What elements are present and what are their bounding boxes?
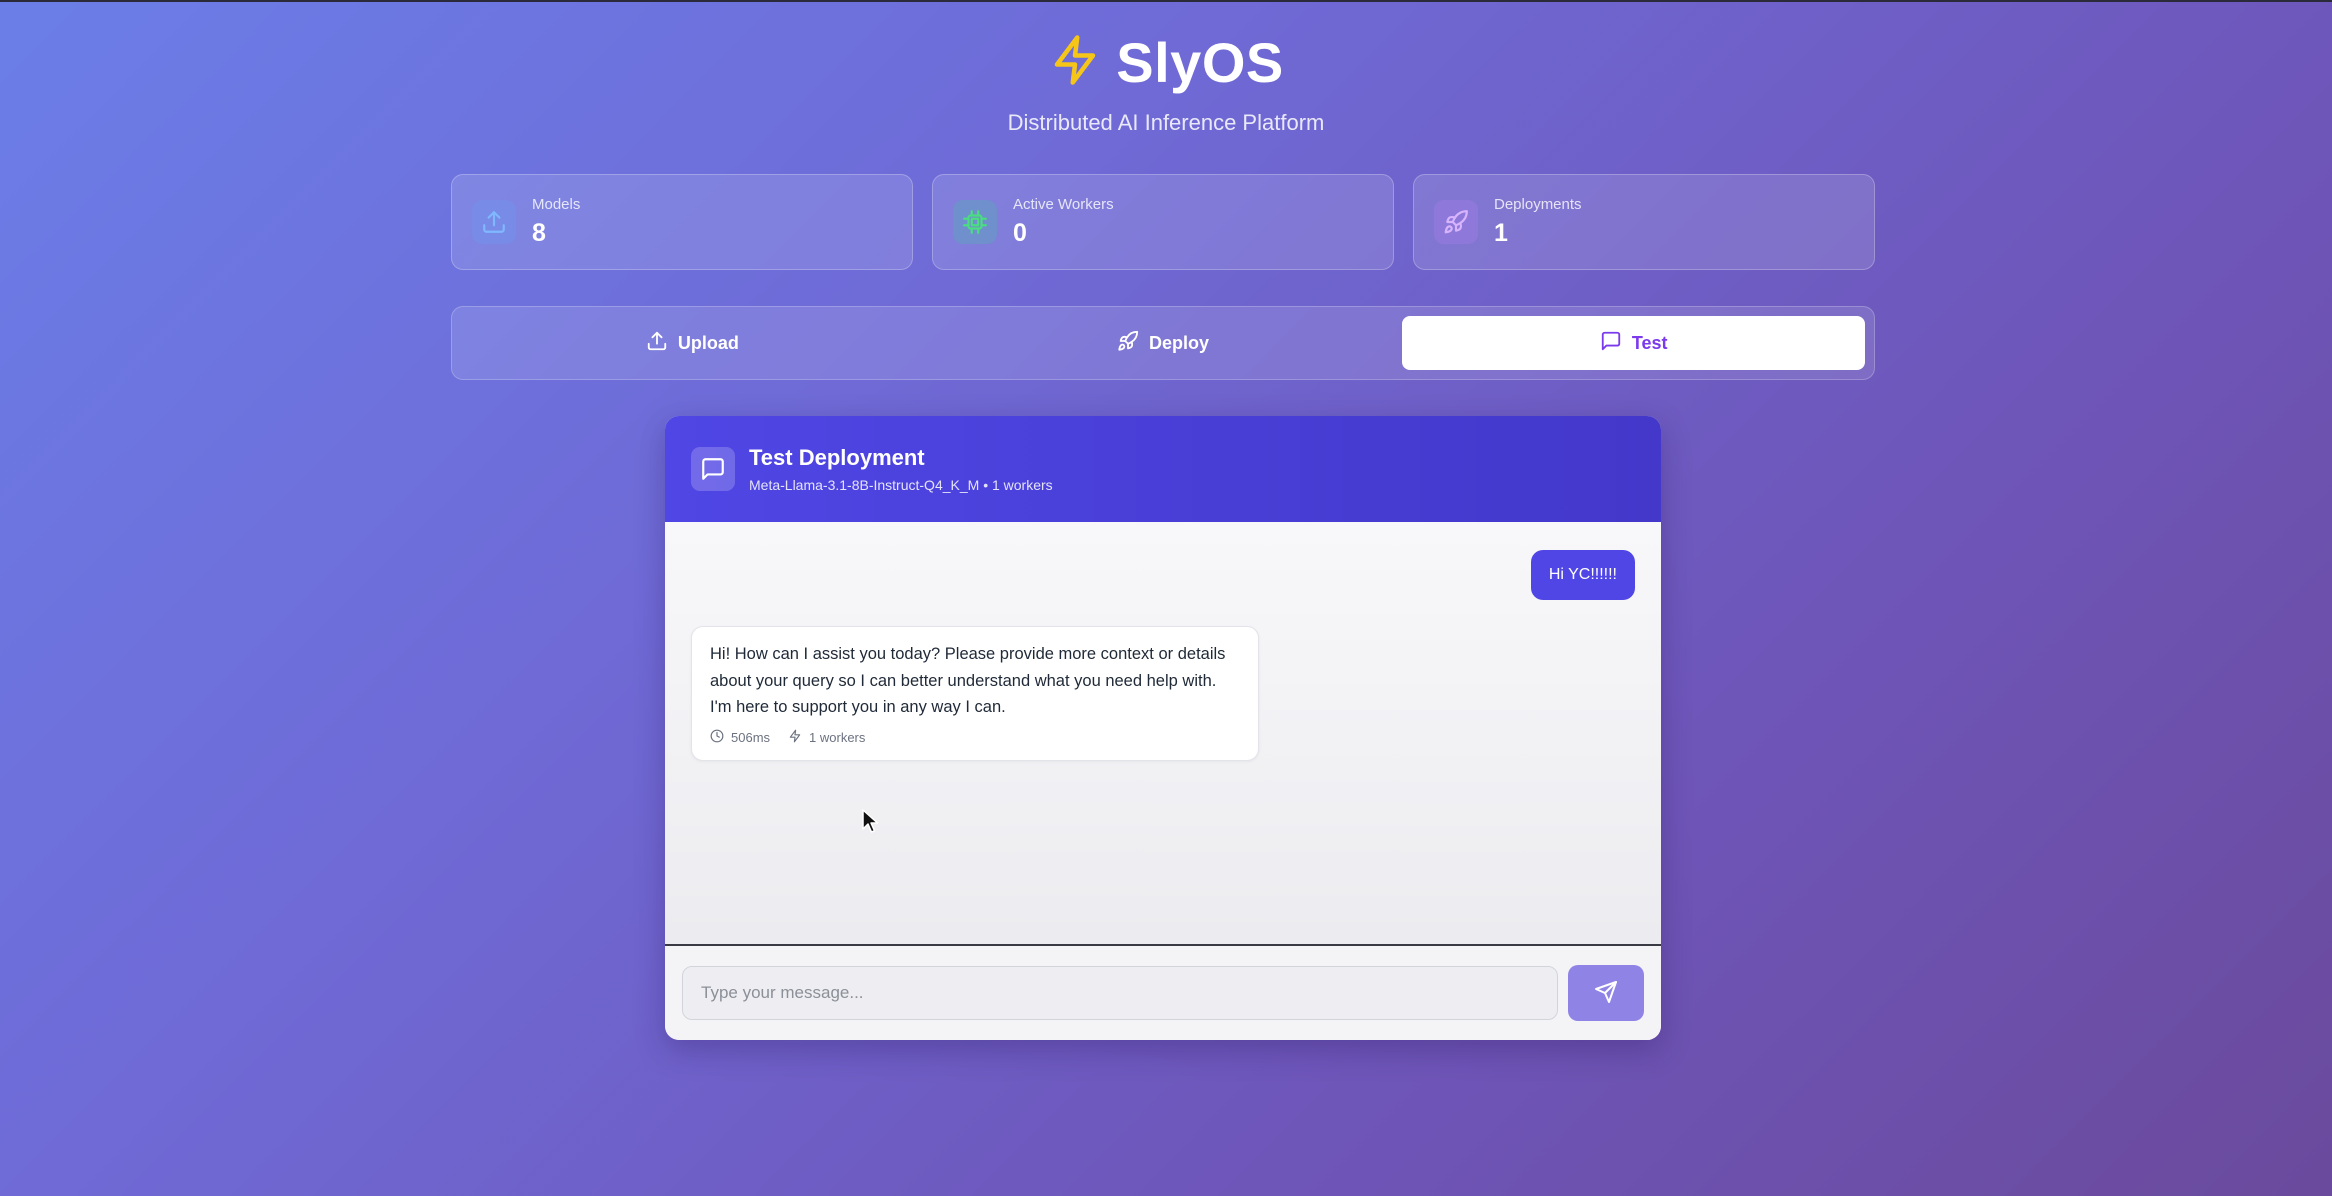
user-message: Hi YC!!!!!!: [1530, 550, 1635, 600]
send-button[interactable]: [1568, 965, 1644, 1021]
app-name: SlyOS: [1116, 31, 1284, 94]
window-top-edge: [0, 0, 2332, 2]
tab-test[interactable]: Test: [1402, 316, 1866, 370]
test-deployment-panel: Test Deployment Meta-Llama-3.1-8B-Instru…: [665, 416, 1661, 1040]
stat-card-deployments: Deployments 1: [1413, 174, 1875, 270]
stat-value: 8: [532, 219, 546, 247]
stat-value: 1: [1494, 219, 1508, 247]
latency-meta: 506ms: [710, 729, 770, 746]
upload-icon: [646, 330, 668, 357]
stat-label: Active Workers: [1013, 196, 1114, 213]
rocket-icon: [1434, 200, 1478, 244]
message-square-icon: [1600, 330, 1622, 357]
tab-upload[interactable]: Upload: [461, 316, 924, 370]
message-input[interactable]: [682, 966, 1558, 1020]
message-square-icon: [691, 447, 735, 491]
clock-icon: [710, 729, 724, 746]
workers-meta: 1 workers: [788, 729, 865, 746]
rocket-icon: [1117, 330, 1139, 357]
panel-title: Test Deployment: [749, 445, 925, 470]
tab-label: Upload: [677, 332, 739, 353]
latency-value: 506ms: [731, 729, 771, 745]
upload-icon: [472, 200, 516, 244]
assistant-message: Hi! How can I assist you today? Please p…: [691, 626, 1259, 761]
brand-header: SlyOS: [0, 30, 2332, 95]
message-meta: 506ms 1 workers: [710, 729, 1238, 746]
stat-value: 0: [1013, 219, 1027, 247]
lightning-bolt-icon: [788, 729, 802, 746]
tab-label: Test: [1631, 332, 1668, 353]
app-subtitle: Distributed AI Inference Platform: [1007, 110, 1325, 135]
panel-header: Test Deployment Meta-Llama-3.1-8B-Instru…: [665, 416, 1661, 522]
stat-card-active-workers: Active Workers 0: [932, 174, 1394, 270]
message-composer: [665, 946, 1661, 1040]
tab-bar: Upload Deploy Test: [451, 306, 1875, 380]
stat-label: Models: [532, 196, 581, 213]
assistant-message-text: Hi! How can I assist you today? Please p…: [710, 645, 1226, 716]
stat-card-models: Models 8: [451, 174, 913, 270]
mouse-cursor-icon: [861, 808, 879, 834]
chat-messages[interactable]: Hi YC!!!!!! Hi! How can I assist you tod…: [665, 522, 1661, 946]
panel-subtitle: Meta-Llama-3.1-8B-Instruct-Q4_K_M • 1 wo…: [749, 477, 1053, 493]
lightning-bolt-icon: [1048, 33, 1102, 92]
cpu-chip-icon: [953, 200, 997, 244]
tab-label: Deploy: [1149, 332, 1210, 353]
send-icon: [1594, 980, 1618, 1007]
stat-label: Deployments: [1494, 196, 1582, 213]
workers-value: 1 workers: [809, 729, 866, 745]
tab-deploy[interactable]: Deploy: [932, 316, 1395, 370]
